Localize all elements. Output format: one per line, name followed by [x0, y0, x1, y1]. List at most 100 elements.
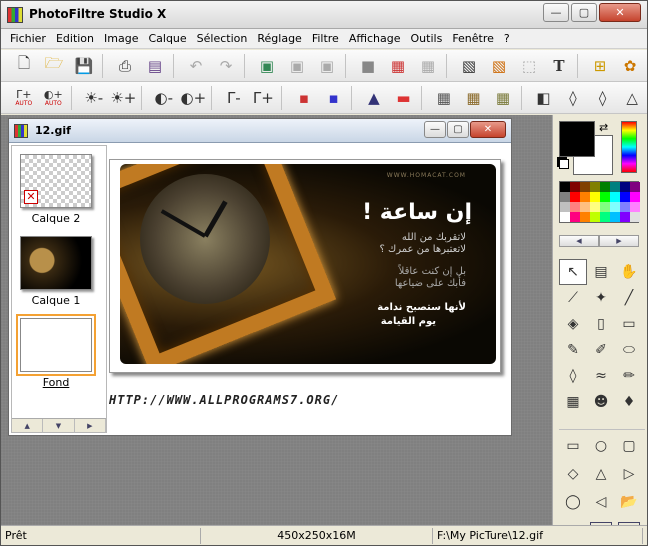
menu-fichier[interactable]: Fichier — [5, 30, 51, 48]
square-gray-icon[interactable]: ■ — [353, 53, 383, 79]
stamp-icon[interactable]: ⬭ — [615, 337, 643, 363]
lasso-shape-icon[interactable]: ◯ — [559, 488, 587, 516]
diamond-shape-icon[interactable]: ◇ — [559, 460, 587, 488]
tree-layers-icon[interactable]: ⊞ — [585, 53, 615, 79]
export-icon[interactable]: ▧ — [484, 53, 514, 79]
magic-wand-icon[interactable]: ✦ — [587, 285, 615, 311]
layer-item[interactable]: ✕ Calque 2 — [18, 154, 94, 225]
palette-swatch[interactable] — [590, 182, 600, 192]
brightness-minus-icon[interactable]: ☀- — [79, 85, 109, 111]
blur-icon[interactable]: ◊ — [558, 85, 588, 111]
triangle-right-shape-icon[interactable]: ▷ — [615, 460, 643, 488]
palette-swatch[interactable] — [590, 192, 600, 202]
palette-swatch[interactable] — [610, 212, 620, 222]
palette-swatch[interactable] — [600, 192, 610, 202]
open-folder-icon[interactable]: 🗁 — [39, 53, 69, 79]
pattern-icon[interactable]: ▦ — [559, 389, 587, 415]
minimize-button[interactable]: — — [543, 3, 569, 22]
maximize-button[interactable]: ▢ — [571, 3, 597, 22]
saturation-minus-icon[interactable]: ▪ — [289, 85, 319, 111]
auto-contrast-icon[interactable]: ◐+ AUTO — [39, 85, 69, 111]
palette-swatch[interactable] — [580, 182, 590, 192]
palette-swatch[interactable] — [560, 212, 570, 222]
auto-levels-icon[interactable]: Γ+ AUTO — [9, 85, 39, 111]
colorize-icon[interactable]: ▦ — [488, 85, 518, 111]
palette-swatch[interactable] — [630, 212, 640, 222]
hue-spectrum[interactable] — [621, 121, 637, 173]
portrait-icon[interactable]: ☻ — [587, 389, 615, 415]
new-file-icon[interactable]: 🗋 — [9, 53, 39, 79]
canvas-area[interactable]: WWW.HOMACAT.COM إن ساعة ! لاتقربك من الل… — [107, 145, 511, 435]
palette-swatch[interactable] — [620, 192, 630, 202]
layer-item[interactable]: Fond — [16, 314, 96, 389]
strawberry-icon[interactable]: ♦ — [615, 389, 643, 415]
image-paste-icon[interactable]: ▣ — [312, 53, 342, 79]
contrast-plus-icon[interactable]: ◐+ — [179, 85, 209, 111]
palette-swatch[interactable] — [630, 182, 640, 192]
redo-icon[interactable]: ↷ — [211, 53, 241, 79]
menu-outils[interactable]: Outils — [406, 30, 448, 48]
palette-swatch[interactable] — [610, 192, 620, 202]
palette-swatch[interactable] — [560, 182, 570, 192]
palette-swatch[interactable] — [560, 202, 570, 212]
layer-item[interactable]: Calque 1 — [18, 236, 94, 307]
hidden-layer-icon[interactable]: ✕ — [24, 190, 38, 204]
menu-help[interactable]: ? — [499, 30, 515, 48]
palette-swatch[interactable] — [570, 202, 580, 212]
invert-icon[interactable]: ◧ — [529, 85, 559, 111]
foreground-color[interactable] — [559, 121, 595, 157]
swap-colors-icon[interactable]: ⇄ — [599, 121, 608, 134]
palette-swatch[interactable] — [600, 202, 610, 212]
palette-swatch[interactable] — [580, 192, 590, 202]
document-title-bar[interactable]: 12.gif — ▢ ✕ — [9, 119, 511, 143]
menu-selection[interactable]: Sélection — [192, 30, 253, 48]
doc-maximize-button[interactable]: ▢ — [447, 121, 469, 138]
menu-image[interactable]: Image — [99, 30, 143, 48]
canvas[interactable]: WWW.HOMACAT.COM إن ساعة ! لاتقربك من الل… — [109, 159, 501, 373]
polygon-shape-icon[interactable]: ◁ — [587, 488, 615, 516]
scroll-up-button[interactable]: ▲ — [12, 419, 44, 433]
paint-bucket-icon[interactable]: ◈ — [559, 311, 587, 337]
palette-swatch[interactable] — [580, 202, 590, 212]
brightness-plus-icon[interactable]: ☀+ — [109, 85, 139, 111]
smudge-icon[interactable]: ≈ — [587, 363, 615, 389]
doc-minimize-button[interactable]: — — [424, 121, 446, 138]
palette-swatch[interactable] — [610, 182, 620, 192]
color-balance-icon[interactable]: ▬ — [389, 85, 419, 111]
print-icon[interactable]: ⎙ — [110, 53, 140, 79]
brush-icon[interactable]: ✎ — [559, 337, 587, 363]
menu-fenetre[interactable]: Fenêtre — [447, 30, 499, 48]
eraser-icon[interactable]: ▭ — [615, 311, 643, 337]
spray-icon[interactable]: ▯ — [587, 311, 615, 337]
palette-swatch[interactable] — [590, 202, 600, 212]
palette-swatch[interactable] — [610, 202, 620, 212]
automation-icon[interactable]: ✿ — [615, 53, 645, 79]
image-icon[interactable]: ▣ — [252, 53, 282, 79]
hand-icon[interactable]: ✋ — [615, 259, 643, 285]
menu-calque[interactable]: Calque — [143, 30, 191, 48]
advanced-brush-icon[interactable]: ✐ — [587, 337, 615, 363]
open-shape-icon[interactable]: 📂 — [615, 488, 643, 516]
animation-icon[interactable]: ▧ — [454, 53, 484, 79]
menu-filtre[interactable]: Filtre — [307, 30, 344, 48]
close-button[interactable]: ✕ — [599, 3, 641, 22]
undo-icon[interactable]: ↶ — [181, 53, 211, 79]
scroll-down-button[interactable]: ▼ — [43, 419, 75, 433]
palette-swatch[interactable] — [570, 212, 580, 222]
palette-swatch[interactable] — [560, 192, 570, 202]
palette-swatch[interactable] — [630, 192, 640, 202]
rectangle-shape-icon[interactable]: ▭ — [559, 432, 587, 460]
blur-drop-icon[interactable]: ◊ — [559, 363, 587, 389]
sepia-icon[interactable]: ▦ — [459, 85, 489, 111]
emboss-icon[interactable]: △ — [617, 85, 647, 111]
gamma-plus-icon[interactable]: Γ+ — [249, 85, 279, 111]
save-icon[interactable]: 💾 — [69, 53, 99, 79]
contrast-minus-icon[interactable]: ◐- — [149, 85, 179, 111]
selection-icon[interactable]: ⬚ — [514, 53, 544, 79]
palette-prev-button[interactable]: ◀ — [559, 235, 599, 247]
triangle-shape-icon[interactable]: △ — [587, 460, 615, 488]
palette-swatch[interactable] — [590, 212, 600, 222]
title-bar[interactable]: PhotoFiltre Studio X — ▢ ✕ — [1, 1, 647, 29]
color-palette-icon[interactable]: ▦ — [383, 53, 413, 79]
text-tool-icon[interactable]: T — [544, 53, 574, 79]
